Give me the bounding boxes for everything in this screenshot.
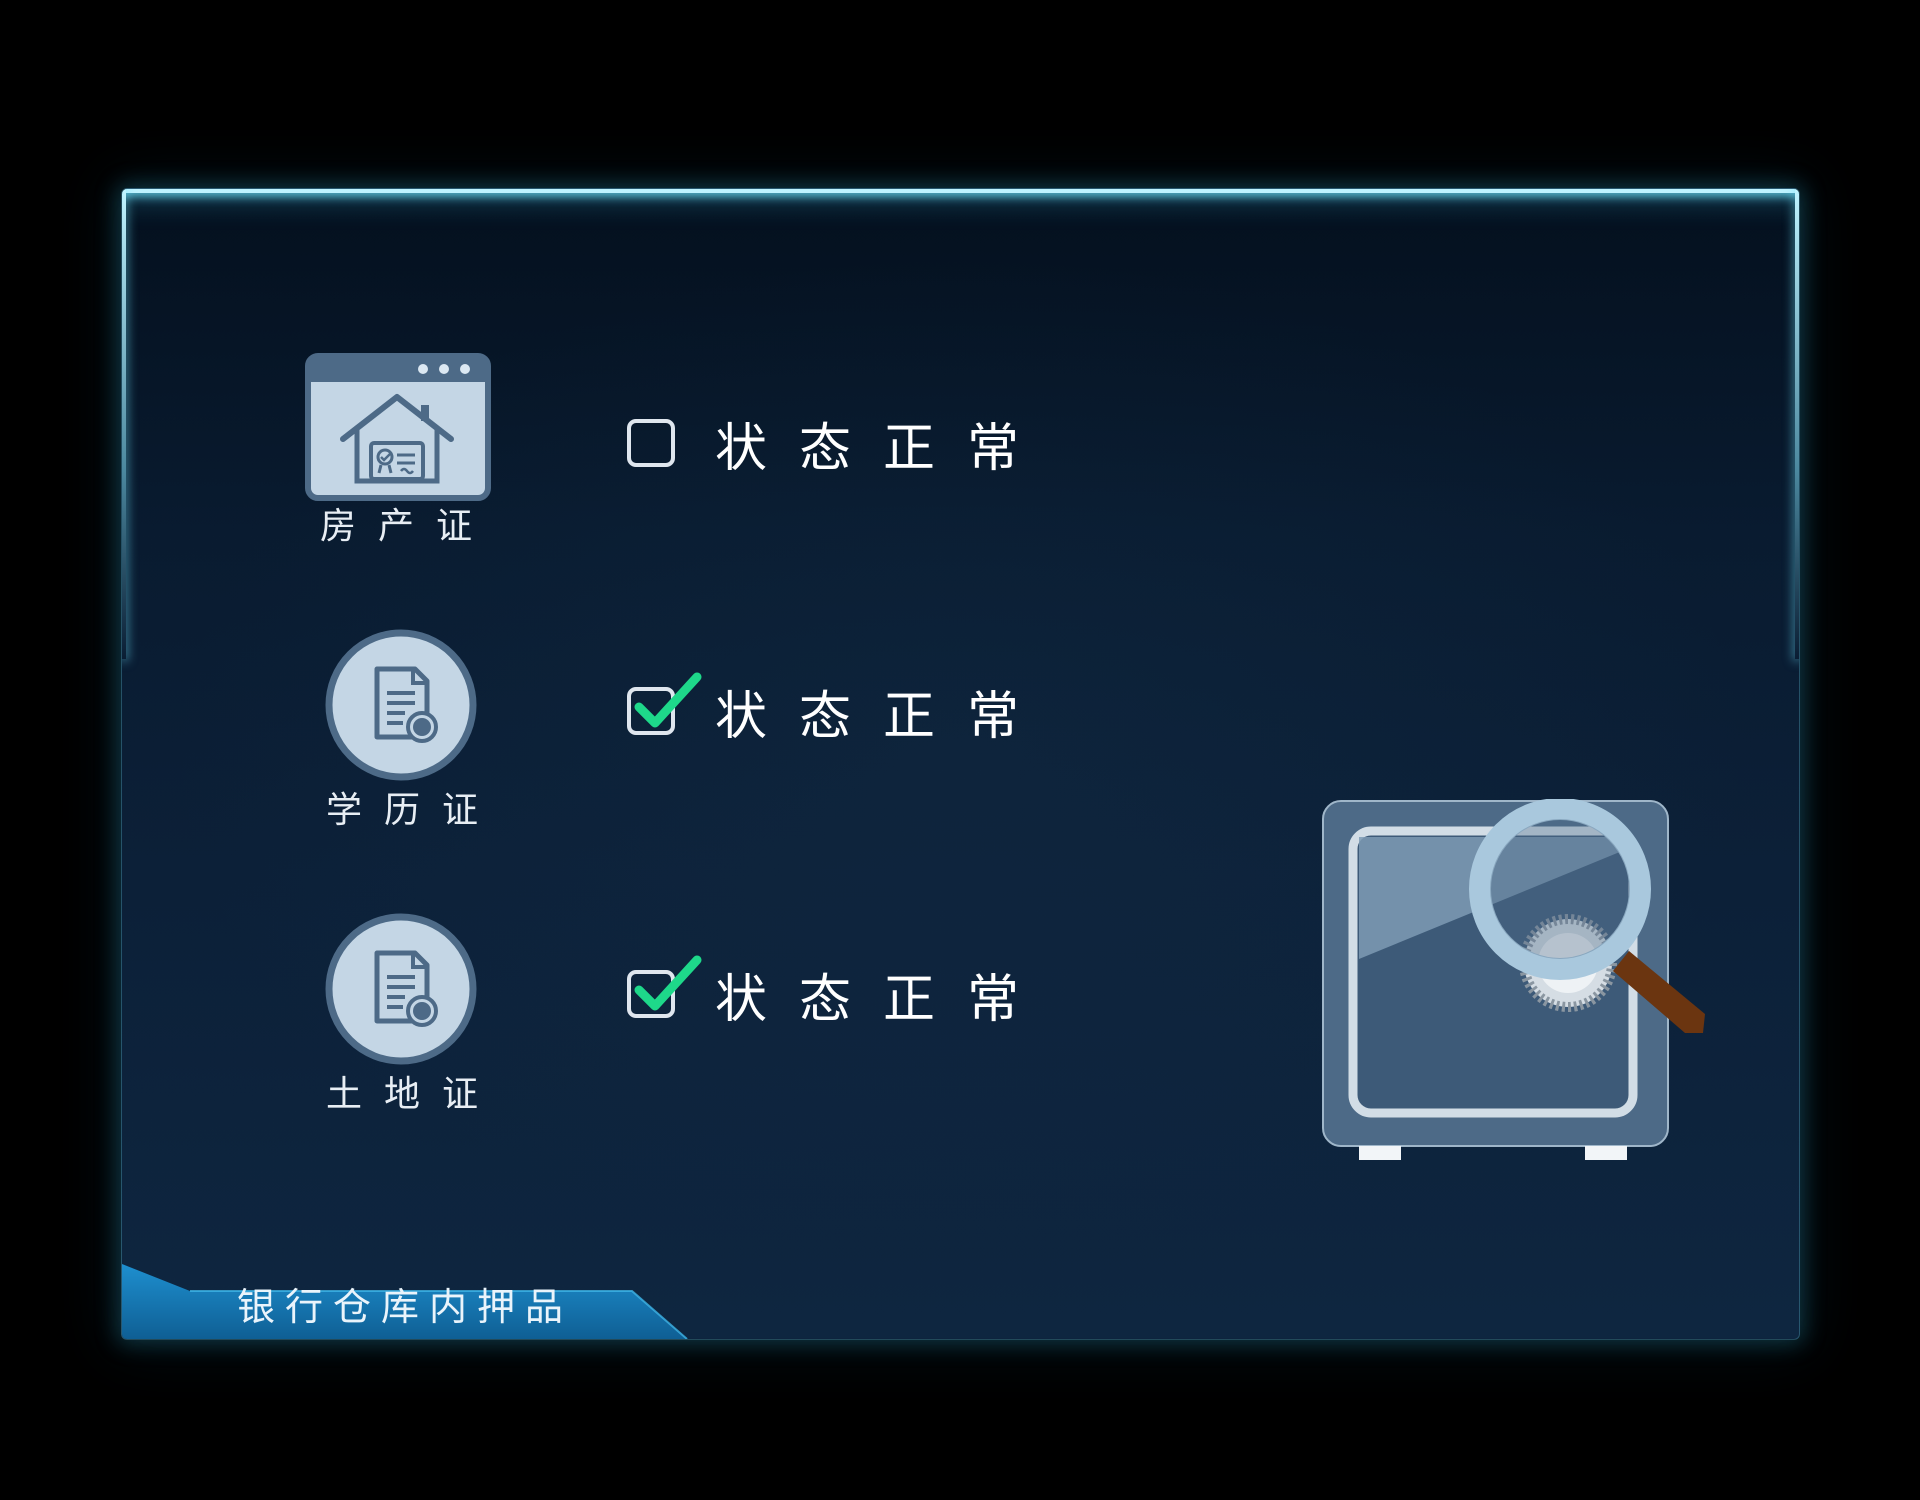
- checkbox-diploma[interactable]: [627, 672, 702, 735]
- doc-label-land: 土地证: [325, 1074, 500, 1115]
- document-seal-icon: [325, 629, 477, 781]
- panel-top-glow: [122, 189, 1799, 193]
- checkbox-land[interactable]: [627, 955, 702, 1018]
- doc-label-diploma: 学历证: [325, 790, 500, 831]
- status-row-land: 状态正常: [627, 955, 1051, 1030]
- status-row-property: 状态正常: [627, 413, 1051, 479]
- panel-right-glow: [1795, 189, 1799, 659]
- status-text-diploma: 状态正常: [715, 686, 1052, 747]
- check-icon: [634, 672, 702, 728]
- status-row-diploma: 状态正常: [627, 672, 1051, 747]
- panel-title: 银行仓库内押品: [237, 1285, 574, 1329]
- checkbox-property[interactable]: [627, 419, 675, 467]
- safe-with-magnifier-icon: [1322, 799, 1705, 1160]
- check-icon: [634, 955, 702, 1011]
- panel-left-glow: [122, 189, 126, 659]
- house-certificate-icon: [305, 353, 491, 501]
- document-seal-icon: [325, 913, 477, 1065]
- status-text-land: 状态正常: [715, 969, 1052, 1030]
- doc-label-property: 房产证: [319, 506, 494, 547]
- stage: 房产证 状态正常 学历证 状态正常 土地证 状态正常 银行仓库内押品: [0, 0, 1920, 1500]
- collateral-panel: 房产证 状态正常 学历证 状态正常 土地证 状态正常 银行仓库内押品: [121, 188, 1800, 1340]
- status-text-property: 状态正常: [715, 418, 1052, 479]
